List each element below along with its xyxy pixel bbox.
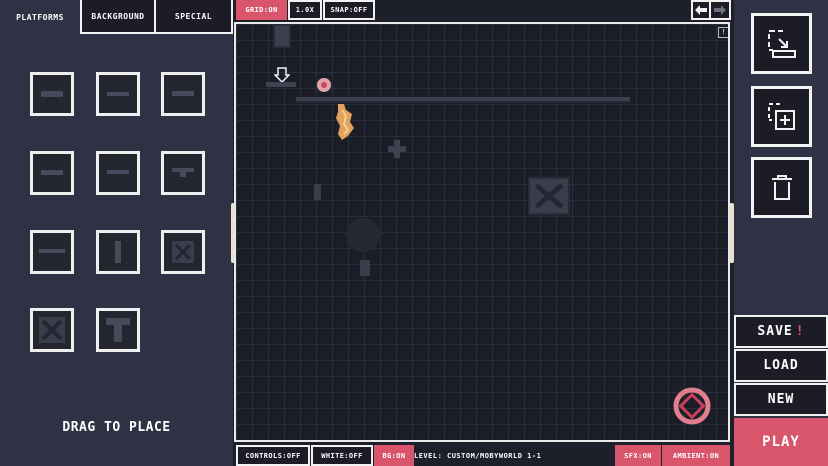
level-canvas[interactable]: ! <box>234 22 730 442</box>
delete-button[interactable] <box>751 157 812 218</box>
unsaved-indicator: ! <box>795 324 805 339</box>
crate-x-icon <box>41 319 63 341</box>
zoom-level-button[interactable]: 1.0X <box>288 0 322 20</box>
load-button[interactable]: LOAD <box>734 349 828 382</box>
tile-platform-stem <box>180 172 186 177</box>
tab-platforms[interactable]: PLATFORMS <box>0 0 80 34</box>
white-toggle[interactable]: WHITE:OFF <box>311 445 373 466</box>
editor-toolbar: GRID:ON 1.0X SNAP:OFF <box>236 0 376 20</box>
bg-toggle[interactable]: BG:ON <box>374 445 414 466</box>
palette-tabs: PLATFORMS BACKGROUND SPECIAL <box>0 0 233 34</box>
tile-platform-shape <box>172 91 194 96</box>
crate-block[interactable] <box>528 177 570 215</box>
tile-t-stem <box>114 325 122 342</box>
file-panel: SAVE! LOAD NEW PLAY <box>734 0 828 466</box>
snap-toggle[interactable]: SNAP:OFF <box>323 0 375 20</box>
arrow-left-icon <box>695 5 707 15</box>
tile-platform-shape <box>107 170 129 174</box>
trash-icon <box>771 174 792 200</box>
platform-tile[interactable] <box>30 72 74 116</box>
tile-platform-shape <box>39 249 65 253</box>
wall-block[interactable] <box>273 24 291 48</box>
tab-background[interactable]: BACKGROUND <box>80 0 156 34</box>
controls-toggle[interactable]: CONTROLS:OFF <box>236 445 310 466</box>
platform-tile[interactable] <box>161 151 205 195</box>
select-area-button[interactable] <box>751 13 812 74</box>
platform-tile[interactable] <box>96 72 140 116</box>
redo-button[interactable] <box>711 0 731 20</box>
level-name-label: LEVEL: CUSTOM/MOBYWORLD 1-1 <box>414 451 542 460</box>
cross-block[interactable] <box>388 140 406 158</box>
crate-x-icon <box>534 183 564 209</box>
tab-special[interactable]: SPECIAL <box>156 0 233 34</box>
new-button[interactable]: NEW <box>734 383 828 416</box>
ambient-toggle[interactable]: AMBIENT:ON <box>662 445 730 466</box>
platform-tile[interactable] <box>96 151 140 195</box>
platform-tile[interactable] <box>30 151 74 195</box>
platform-tile[interactable] <box>96 230 140 274</box>
tile-platform-shape <box>41 170 63 175</box>
platform-tile[interactable] <box>30 230 74 274</box>
goal-portal-icon[interactable] <box>672 386 712 426</box>
drag-to-place-hint: DRAG TO PLACE <box>62 420 171 435</box>
tile-pillar-shape <box>115 241 121 263</box>
small-post[interactable] <box>360 260 370 276</box>
small-pillar[interactable] <box>314 184 321 200</box>
sfx-toggle[interactable]: SFX:ON <box>615 445 661 466</box>
arrow-right-icon <box>714 5 726 15</box>
save-label: SAVE <box>757 324 793 339</box>
flower-pickup-icon[interactable] <box>316 77 332 93</box>
info-badge[interactable]: ! <box>718 27 728 38</box>
spawn-ledge[interactable] <box>266 82 296 87</box>
crate-tile[interactable] <box>161 230 205 274</box>
tile-t-top <box>106 318 130 325</box>
moby-character-sprite[interactable] <box>332 102 356 142</box>
tile-platform-shape <box>41 91 63 97</box>
grid-toggle[interactable]: GRID:ON <box>236 0 287 20</box>
platform-tile[interactable] <box>161 72 205 116</box>
object-palette: PLATFORMS BACKGROUND SPECIAL DRAG TO PLA… <box>0 0 233 466</box>
duplicate-button[interactable] <box>751 86 812 147</box>
duplicate-icon <box>767 102 795 130</box>
undo-button[interactable] <box>691 0 711 20</box>
save-button[interactable]: SAVE! <box>734 315 828 348</box>
round-boulder[interactable] <box>346 218 380 252</box>
spawn-point-icon[interactable] <box>274 67 290 83</box>
crate-tile[interactable] <box>30 308 74 352</box>
t-block-tile[interactable] <box>96 308 140 352</box>
crate-x-icon <box>174 243 192 261</box>
tile-platform-shape <box>107 92 129 96</box>
select-area-icon <box>767 29 796 58</box>
play-button[interactable]: PLAY <box>734 418 828 466</box>
